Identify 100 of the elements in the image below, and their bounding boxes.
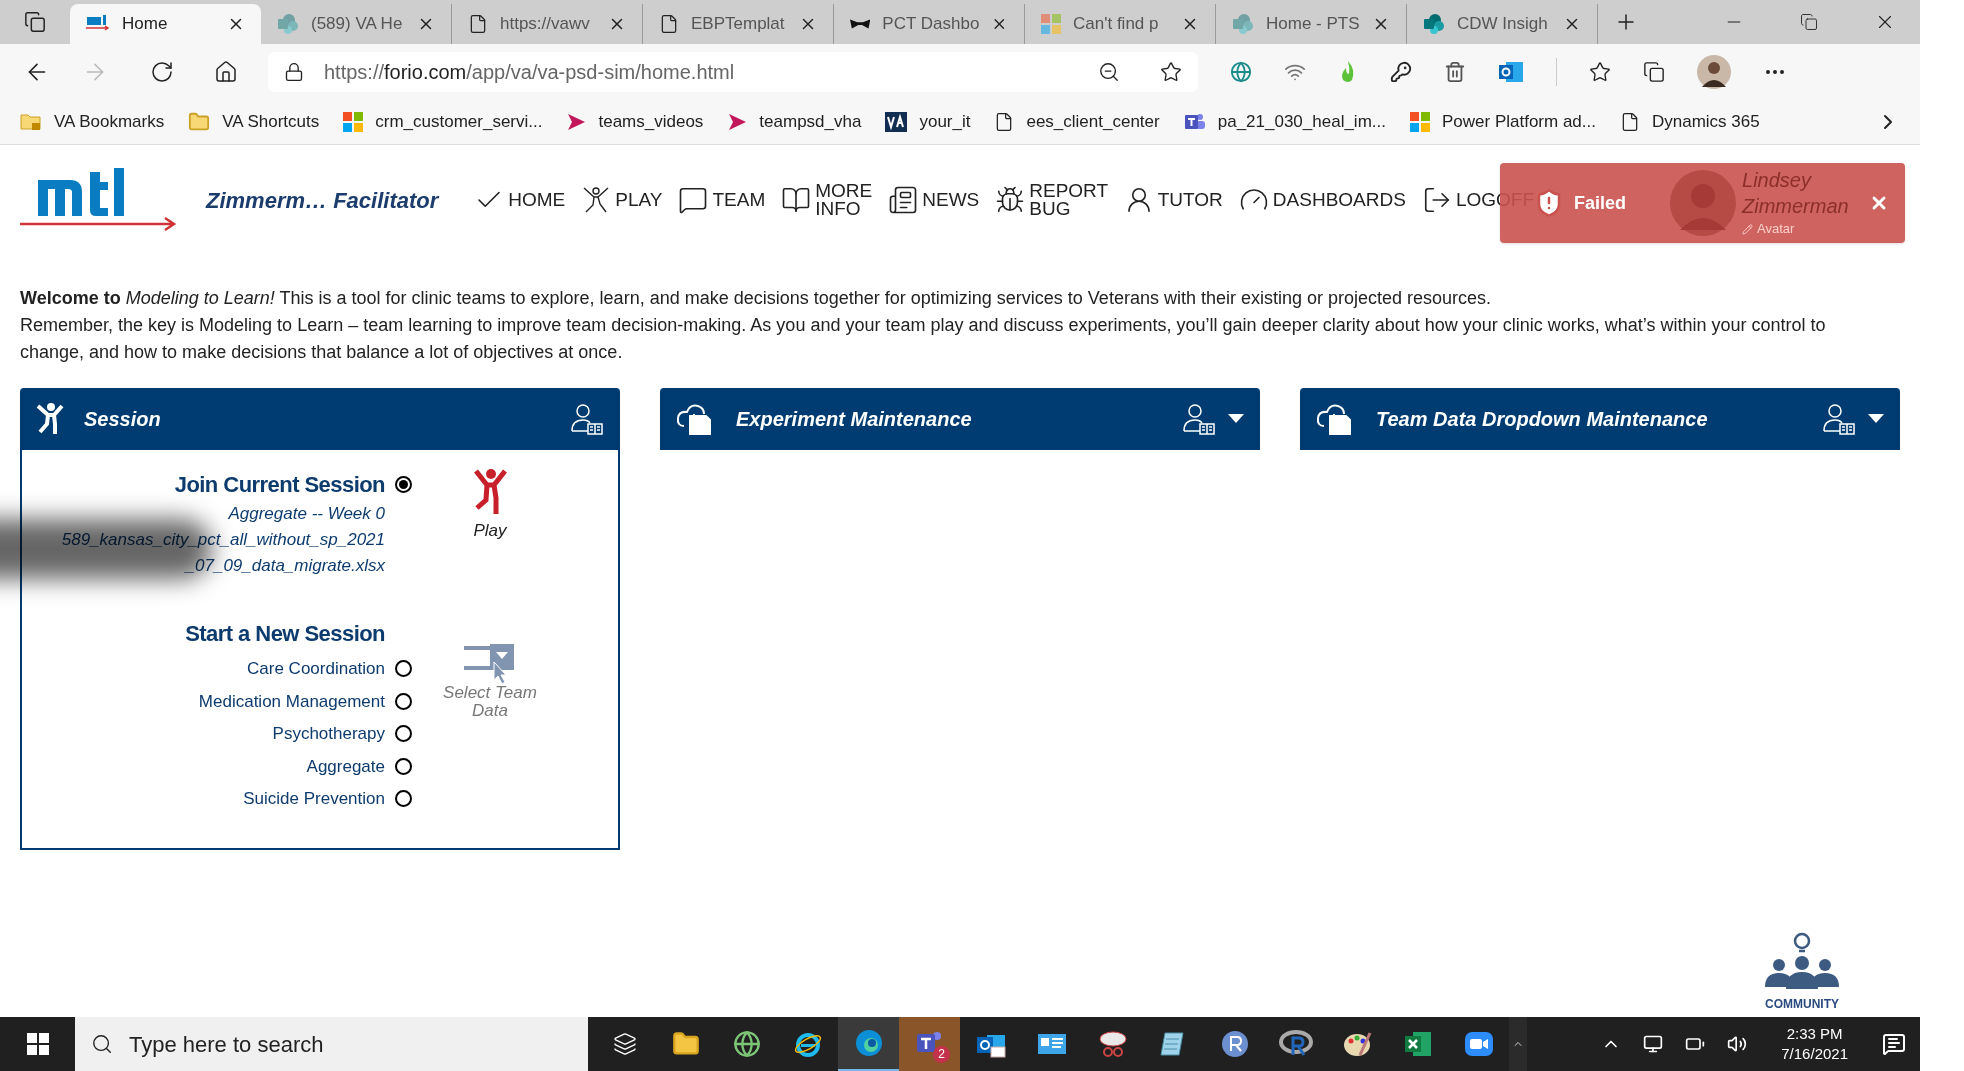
- folder-icon: [188, 111, 211, 133]
- address-bar[interactable]: https://forio.com/app/va/va-psd-sim/home.html: [268, 52, 1198, 92]
- section-heading: Join Current Session: [174, 471, 385, 499]
- caret-icon[interactable]: [1868, 414, 1884, 424]
- toast-status: Failed: [1574, 191, 1626, 215]
- session-option[interactable]: Aggregate: [306, 753, 385, 779]
- outlook-icon[interactable]: [1498, 60, 1524, 84]
- radio-button[interactable]: [395, 757, 412, 775]
- session-detail: Aggregate -- Week 0: [228, 503, 385, 525]
- dancing-figure-icon: [36, 402, 64, 436]
- card-icon: [1036, 1031, 1067, 1057]
- welcome-text: Welcome to Modeling to Learn! This is a tool for clinic teams to explore, learn, and make decisions together for optimizing services to Veterans with their existing or projected resources.: [20, 287, 1493, 310]
- page-icon: [468, 14, 488, 34]
- newspaper-icon: [888, 185, 919, 215]
- panel-header[interactable]: Session: [20, 388, 620, 450]
- panel-title: Team Data Dropdown Maintenance: [1376, 407, 1708, 432]
- windows-logo-icon: [343, 112, 364, 132]
- nav-link[interactable]: TUTOR: [1123, 185, 1223, 215]
- caret-icon[interactable]: [1228, 414, 1244, 424]
- page-icon: [659, 14, 679, 34]
- teams-icon: [1183, 112, 1206, 132]
- bookmark[interactable]: teams_videos: [566, 109, 704, 135]
- bookmark[interactable]: teampsd_vha: [727, 109, 862, 135]
- url-text: https://forio.com/app/va/va-psd-sim/home.html: [324, 60, 736, 85]
- spreadsheet-icon: [1402, 1029, 1433, 1059]
- network-icon[interactable]: [1643, 1034, 1664, 1054]
- community-link[interactable]: COMMUNITY: [1759, 931, 1845, 1013]
- key-icon[interactable]: [1390, 61, 1412, 83]
- session-option[interactable]: Psychotherapy: [272, 721, 385, 747]
- clock[interactable]: 2:33 PM 7/16/2021: [1781, 1024, 1848, 1064]
- bookmark[interactable]: pa_21_030_heal_im...: [1183, 109, 1386, 135]
- windows-logo-icon: [1041, 14, 1061, 34]
- tab-title: (589) VA He: [311, 13, 404, 36]
- lock-icon: [284, 62, 304, 82]
- radio-button[interactable]: [395, 692, 412, 710]
- globe-icon[interactable]: [1230, 61, 1252, 83]
- favorites-icon[interactable]: [1589, 61, 1611, 83]
- nav-link[interactable]: DASHBOARDS: [1238, 185, 1406, 215]
- book-icon: [781, 185, 812, 215]
- notification-badge: 2: [933, 1046, 950, 1063]
- browser-tab[interactable]: Home: [70, 4, 261, 44]
- nav-link[interactable]: MORE INFO: [781, 182, 873, 218]
- sharepoint-icon: [1423, 13, 1445, 35]
- bookmark[interactable]: crm_customer_servi...: [343, 109, 543, 135]
- session-detail: _07_09_data_migrate.xlsx: [185, 555, 385, 577]
- notifications-icon[interactable]: [1882, 1032, 1906, 1056]
- avatar-photo: [1670, 170, 1736, 236]
- collections-icon[interactable]: [1643, 61, 1665, 83]
- favorite-add-icon[interactable]: [1160, 61, 1182, 83]
- edge-browser-icon: [853, 1028, 884, 1058]
- bookmark[interactable]: ees_client_center: [994, 109, 1160, 135]
- tab-title: CDW Insigh: [1457, 13, 1549, 36]
- panel-header[interactable]: Team Data Dropdown Maintenance: [1300, 388, 1900, 450]
- bookmark[interactable]: VA Shortcuts: [188, 109, 320, 135]
- sharepoint-icon: [1232, 13, 1254, 35]
- radio-button[interactable]: [395, 790, 412, 808]
- bug-icon: [995, 185, 1026, 215]
- taskbar-search-field[interactable]: Type here to search: [75, 1017, 588, 1071]
- sharepoint-icon: [277, 13, 299, 35]
- radio-button[interactable]: [395, 660, 412, 678]
- reload-icon[interactable]: [150, 60, 174, 84]
- start-icon[interactable]: [26, 1033, 49, 1055]
- task-view-icon: [612, 1032, 637, 1056]
- nav-link[interactable]: HOME: [474, 185, 566, 215]
- session-option[interactable]: Suicide Prevention: [243, 786, 385, 812]
- va-logo-icon: [885, 112, 908, 132]
- mtl-logo-icon: [86, 15, 110, 33]
- bookmark[interactable]: VA Bookmarks: [20, 109, 165, 135]
- radio-button[interactable]: [395, 725, 412, 743]
- search-icon: [91, 1033, 113, 1055]
- nav-link[interactable]: TEAM: [678, 185, 766, 215]
- folder-lock-icon: [20, 112, 42, 132]
- nav-link[interactable]: NEWS: [888, 185, 980, 215]
- scissors-icon: [1097, 1029, 1128, 1059]
- tab-actions-icon[interactable]: [24, 11, 46, 33]
- nav-link[interactable]: REPORT BUG: [995, 182, 1108, 218]
- select-team-data-button[interactable]: Select Team Data: [435, 643, 545, 720]
- dropdown-select-icon: [464, 643, 516, 684]
- person-book-icon: [1822, 403, 1856, 435]
- bookmark[interactable]: Power Platform ad...: [1409, 109, 1596, 135]
- panel-title: Session: [84, 407, 161, 432]
- folder-icon: [671, 1030, 700, 1058]
- nav-link[interactable]: PLAY: [581, 185, 663, 215]
- volume-icon[interactable]: [1727, 1034, 1748, 1054]
- home-icon[interactable]: [214, 60, 238, 84]
- globe-icon: [732, 1030, 761, 1058]
- radio-button[interactable]: [395, 476, 412, 493]
- restore-icon[interactable]: [1800, 13, 1818, 31]
- session-option[interactable]: Medication Management: [198, 688, 385, 714]
- tab-title: EBPTemplat: [691, 13, 786, 36]
- windows-logo-icon: [1409, 112, 1430, 132]
- taskbar-app[interactable]: 2: [899, 1017, 960, 1071]
- bookmark[interactable]: your_it: [885, 109, 971, 135]
- panel-header[interactable]: Experiment Maintenance: [660, 388, 1260, 450]
- bookmark[interactable]: Dynamics 365: [1620, 109, 1760, 135]
- tab-title: Home: [122, 13, 169, 36]
- zoom-out-icon[interactable]: [1098, 61, 1120, 83]
- play-button[interactable]: Play: [472, 468, 508, 544]
- session-option[interactable]: Care Coordination: [247, 656, 385, 682]
- profile-avatar[interactable]: [1697, 55, 1731, 89]
